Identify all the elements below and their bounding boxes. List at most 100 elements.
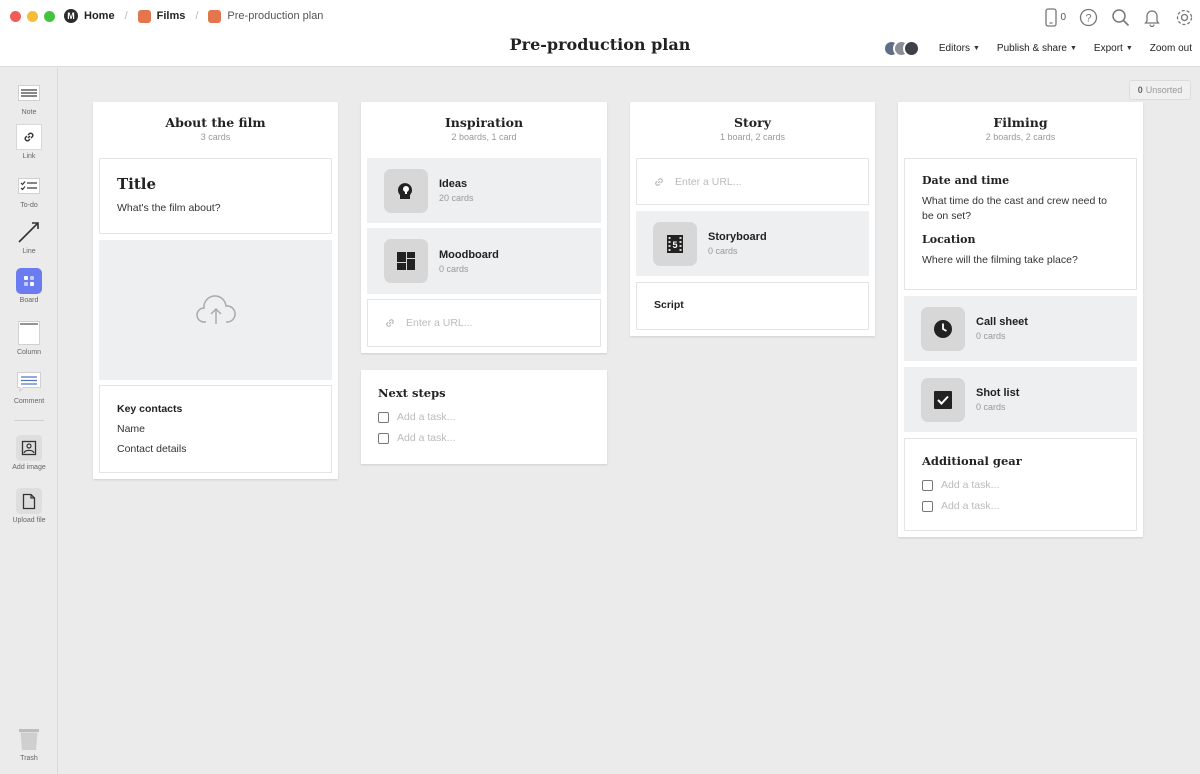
column-story[interactable]: Story 1 board, 2 cards Enter a URL... 5 … xyxy=(630,102,875,336)
link-icon xyxy=(386,319,394,327)
tool-comment[interactable]: Comment xyxy=(0,369,58,405)
tool-add-image[interactable]: Add image xyxy=(0,435,58,471)
script-card[interactable]: Script xyxy=(636,282,869,330)
search-icon[interactable] xyxy=(1110,7,1130,27)
breadcrumb-current[interactable]: Pre-production plan xyxy=(208,9,323,23)
mobile-app-button[interactable]: 0 xyxy=(1045,7,1066,27)
task-item[interactable]: Add a task... xyxy=(378,432,590,444)
task-input[interactable]: Add a task... xyxy=(941,500,999,512)
close-window-button[interactable] xyxy=(10,11,21,22)
tool-link[interactable]: Link xyxy=(0,124,58,160)
checkbox[interactable] xyxy=(378,411,389,423)
settings-gear-icon[interactable] xyxy=(1174,7,1194,27)
column-title[interactable]: Story xyxy=(630,115,875,130)
column-card-count: 2 boards, 1 card xyxy=(451,132,517,142)
editors-menu[interactable]: Editors ▼ xyxy=(939,43,980,54)
breadcrumb-films[interactable]: Films xyxy=(137,9,185,23)
tool-todo[interactable]: To-do xyxy=(0,173,58,209)
film-strip-icon: 5 xyxy=(653,221,697,266)
zoom-out-button[interactable]: Zoom out xyxy=(1150,43,1192,54)
column-card-count: 1 board, 2 cards xyxy=(719,132,786,142)
board-name: Ideas xyxy=(439,178,468,190)
board-icon xyxy=(208,9,222,23)
minimize-window-button[interactable] xyxy=(27,11,38,22)
comment-icon xyxy=(16,369,42,395)
card-heading: Key contacts xyxy=(117,403,183,415)
task-input[interactable]: Add a task... xyxy=(941,479,999,491)
column-card-count: 3 cards xyxy=(200,132,231,142)
schedule-note-card[interactable]: Date and time What time do the cast and … xyxy=(904,158,1137,290)
board-card-call-sheet[interactable]: Call sheet 0 cards xyxy=(904,296,1137,361)
tool-line[interactable]: Line xyxy=(0,219,58,255)
url-input[interactable]: Enter a URL... xyxy=(406,317,473,329)
column-about-the-film[interactable]: About the film 3 cards Title What's the … xyxy=(93,102,338,479)
tool-upload-file[interactable]: Upload file xyxy=(0,488,58,524)
top-right-toolbar: 0 ? xyxy=(1045,7,1194,27)
tool-note[interactable]: Note xyxy=(0,80,58,116)
unsorted-button[interactable]: 0 Unsorted xyxy=(1129,80,1191,100)
svg-text:?: ? xyxy=(1085,12,1091,24)
link-card[interactable]: Enter a URL... xyxy=(636,158,869,205)
moodboard-icon xyxy=(384,239,428,283)
title-card[interactable]: Title What's the film about? xyxy=(99,158,332,234)
column-inspiration[interactable]: Inspiration 2 boards, 1 card Ideas 20 ca… xyxy=(361,102,607,353)
board-card-count: 20 cards xyxy=(439,193,474,203)
card-heading: Next steps xyxy=(378,386,446,400)
task-item[interactable]: Add a task... xyxy=(922,479,1119,491)
card-heading: Additional gear xyxy=(922,454,1022,468)
checkbox[interactable] xyxy=(922,479,933,491)
column-title[interactable]: Inspiration xyxy=(361,115,607,130)
column-title[interactable]: About the film xyxy=(93,115,338,130)
board-card-moodboard[interactable]: Moodboard 0 cards xyxy=(367,228,601,294)
tool-trash[interactable]: Trash xyxy=(0,726,58,762)
board-icon xyxy=(137,9,151,23)
card-heading: Date and time xyxy=(922,174,1010,187)
next-steps-card[interactable]: Next steps Add a task... Add a task... xyxy=(361,370,607,464)
chevron-down-icon: ▼ xyxy=(1125,45,1133,52)
board-card-count: 0 cards xyxy=(976,402,1006,412)
board-tool-icon xyxy=(16,268,42,294)
contact-name: Name xyxy=(117,423,146,435)
publish-share-menu[interactable]: Publish & share ▼ xyxy=(997,43,1077,54)
tool-board[interactable]: Board xyxy=(0,268,58,304)
additional-gear-card[interactable]: Additional gear Add a task... Add a task… xyxy=(904,438,1137,531)
card-text: Where will the filming take place? xyxy=(922,254,1078,267)
tool-column[interactable]: Column xyxy=(0,320,58,356)
task-item[interactable]: Add a task... xyxy=(922,500,1119,512)
card-heading: Location xyxy=(922,233,976,247)
export-menu[interactable]: Export ▼ xyxy=(1094,43,1133,54)
cloud-upload-icon xyxy=(195,295,236,324)
board-card-storyboard[interactable]: 5 Storyboard 0 cards xyxy=(636,211,869,276)
url-input[interactable]: Enter a URL... xyxy=(675,176,742,188)
board-card-shot-list[interactable]: Shot list 0 cards xyxy=(904,367,1137,432)
task-input[interactable]: Add a task... xyxy=(397,411,455,423)
board-card-count: 0 cards xyxy=(976,331,1006,341)
board-card-ideas[interactable]: Ideas 20 cards xyxy=(367,158,601,223)
image-upload-card[interactable] xyxy=(99,240,332,380)
trash-icon xyxy=(16,726,42,752)
top-bar: M Home / Films / Pre-production plan Pre… xyxy=(0,0,1200,67)
breadcrumb-separator: / xyxy=(124,10,128,22)
notifications-bell-icon[interactable] xyxy=(1142,7,1162,27)
chevron-down-icon: ▼ xyxy=(972,45,980,52)
checkbox[interactable] xyxy=(922,500,933,512)
link-card[interactable]: Enter a URL... xyxy=(367,299,601,347)
card-text: What's the film about? xyxy=(117,202,221,214)
sidebar-divider xyxy=(14,420,44,421)
file-icon xyxy=(16,488,42,514)
task-item[interactable]: Add a task... xyxy=(378,411,590,423)
column-filming[interactable]: Filming 2 boards, 2 cards Date and time … xyxy=(898,102,1143,537)
header-actions: Editors ▼ Publish & share ▼ Export ▼ Zoom o… xyxy=(882,40,1192,57)
maximize-window-button[interactable] xyxy=(44,11,55,22)
breadcrumb: M Home / Films / Pre-production plan xyxy=(64,9,323,23)
column-title[interactable]: Filming xyxy=(898,115,1143,130)
checkbox[interactable] xyxy=(378,432,389,444)
task-input[interactable]: Add a task... xyxy=(397,432,455,444)
board-card-count: 0 cards xyxy=(439,263,469,274)
lightbulb-head-icon xyxy=(384,168,428,213)
clock-icon xyxy=(921,306,965,351)
editor-avatars[interactable] xyxy=(882,40,920,57)
help-icon[interactable]: ? xyxy=(1078,7,1098,27)
key-contacts-card[interactable]: Key contacts Name Contact details xyxy=(99,385,332,473)
breadcrumb-home[interactable]: M Home xyxy=(64,9,115,23)
